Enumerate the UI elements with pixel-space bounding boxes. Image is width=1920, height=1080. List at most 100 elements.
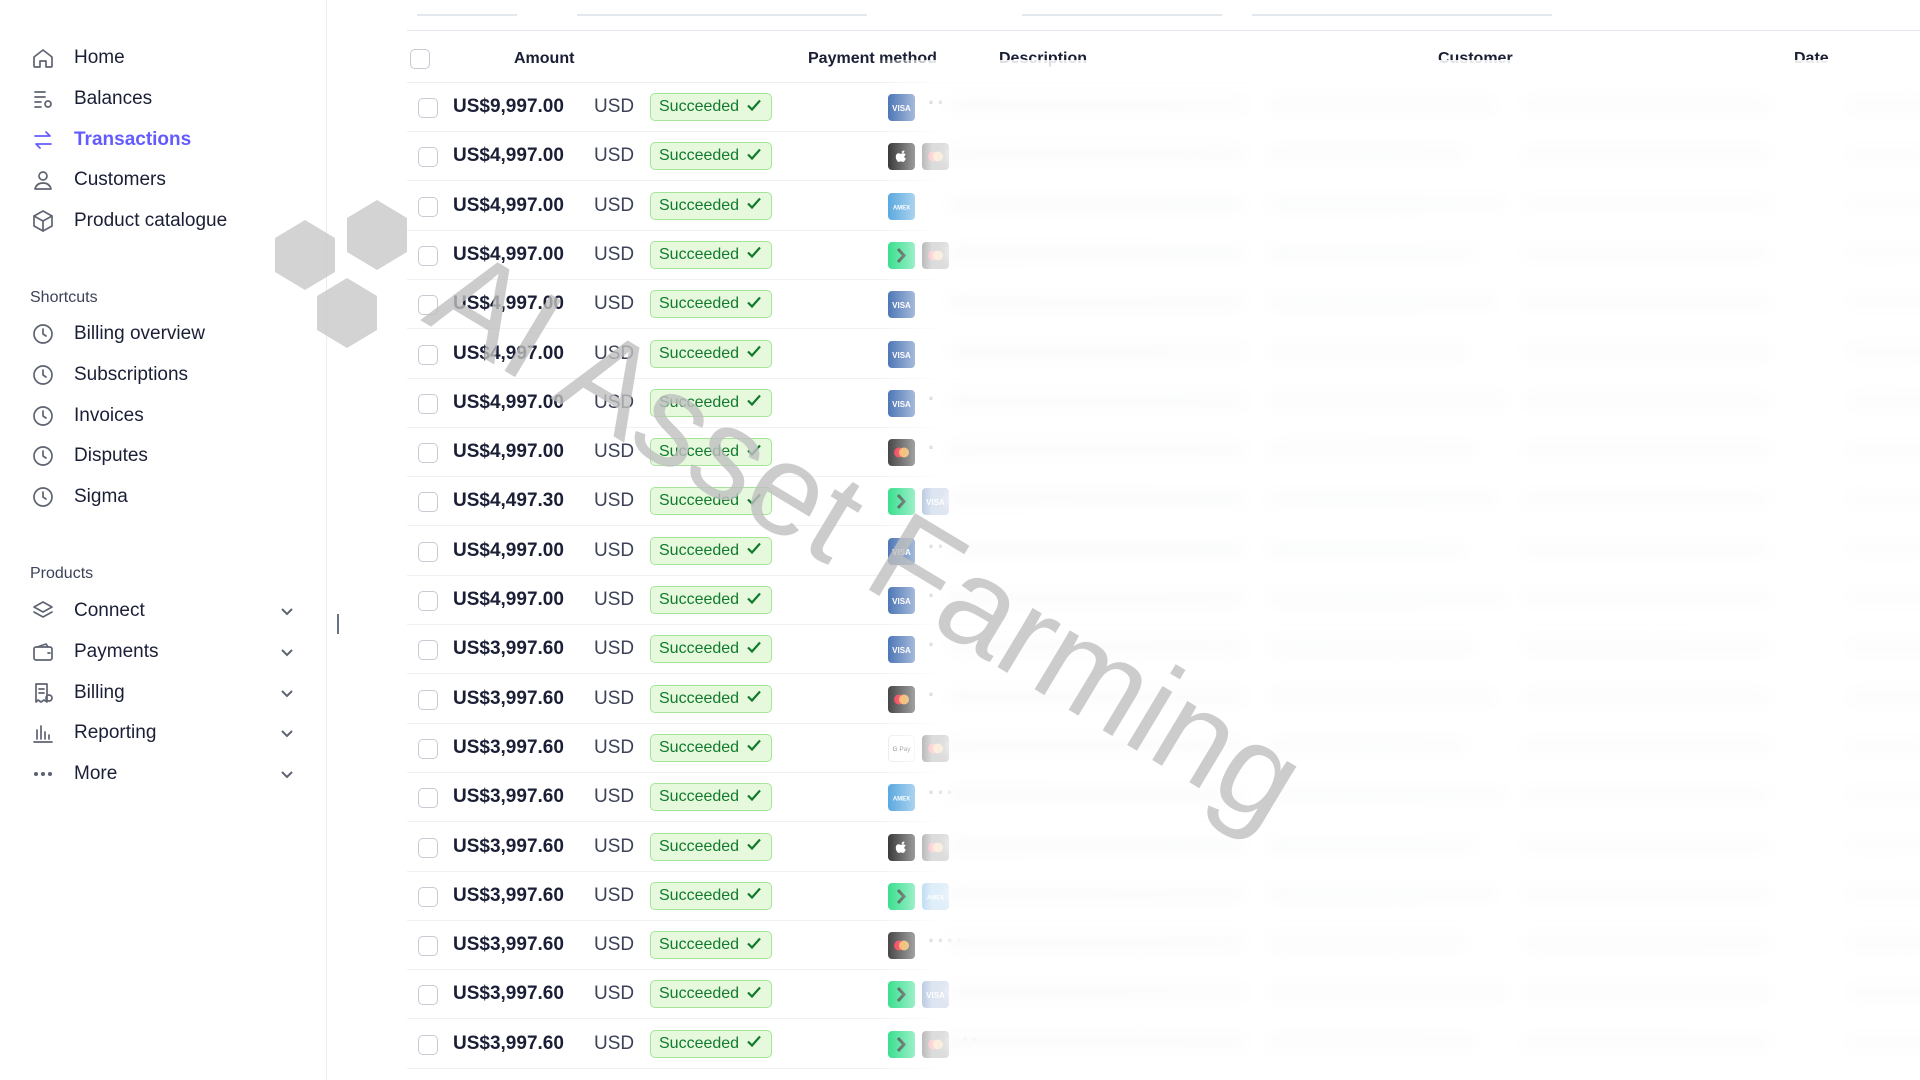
top-filter-2[interactable] [577,0,867,16]
row-checkbox[interactable] [418,98,438,118]
table-row[interactable]: US$4,997.00 USD Succeeded AMEX [407,182,1920,231]
row-checkbox[interactable] [418,196,438,217]
mastercard-icon [922,1030,949,1058]
row-checkbox[interactable] [418,886,438,907]
currency-cell: USD [594,194,635,216]
svg-text:G Pay: G Pay [892,746,911,753]
column-header-amount[interactable]: Amount [514,50,574,68]
table-row[interactable]: US$4,997.00 USD Succeeded VISA [407,330,1920,379]
currency-cell: USD [594,638,635,660]
top-filter-4[interactable] [1252,0,1552,16]
redacted-cell [947,540,1247,557]
table-row[interactable]: US$4,497.30 USD Succeeded VISA [407,477,1920,527]
sidebar-item-home[interactable]: Home [30,38,296,78]
redacted-cell [1847,1033,1920,1050]
sidebar-item-sigma[interactable]: Sigma [30,477,296,517]
table-row[interactable]: US$4,997.00 USD Succeeded · [407,428,1920,478]
table-row[interactable]: US$9,997.00 USD Succeeded VISA ·· [407,83,1920,132]
row-checkbox[interactable] [418,492,438,513]
redacted-cell [1847,97,1920,113]
visa-icon: VISA [888,537,915,565]
checkmark-icon [739,638,763,661]
chevron-down-icon[interactable] [278,765,296,783]
redacted-cell [1522,787,1772,804]
sidebar-item-reporting[interactable]: Reporting [30,713,296,753]
row-checkbox[interactable] [418,640,438,661]
chevron-down-icon[interactable] [278,684,296,702]
redacted-cell [947,491,1247,508]
select-all-checkbox[interactable] [410,49,430,69]
column-header-date[interactable]: Date [1794,50,1829,68]
row-checkbox[interactable] [418,344,438,365]
status-badge: Succeeded [650,142,773,171]
sidebar-item-transactions[interactable]: Transactions [30,120,296,160]
row-checkbox[interactable] [418,936,438,957]
table-row[interactable]: US$3,997.60 USD Succeeded AMEX [407,872,1920,921]
row-checkbox[interactable] [418,1034,438,1055]
sidebar-item-connect[interactable]: Connect [30,591,296,631]
row-checkbox[interactable] [418,689,438,710]
sidebar-item-billing[interactable]: Billing [30,673,296,713]
table-row[interactable]: US$4,997.00 USD Succeeded [407,231,1920,280]
row-checkbox[interactable] [418,788,438,809]
table-row[interactable]: US$4,997.00 USD Succeeded [407,132,1920,182]
sidebar-item-label: Home [74,47,125,68]
row-checkbox[interactable] [418,295,438,316]
table-row[interactable]: US$4,997.00 USD Succeeded VISA [407,280,1920,330]
table-row[interactable]: US$4,997.00 USD Succeeded VISA ·· [407,527,1920,576]
column-header-customer[interactable]: Customer [1438,50,1513,68]
top-filter-3[interactable] [1022,0,1222,16]
table-row[interactable]: US$4,997.00 USD Succeeded VISA · [407,379,1920,428]
chevron-down-icon[interactable] [278,724,296,742]
currency-cell: USD [594,786,635,808]
row-checkbox[interactable] [418,443,438,464]
table-row[interactable]: US$3,997.60 USD Succeeded VISA [407,970,1920,1020]
row-checkbox[interactable] [418,591,438,611]
row-checkbox[interactable] [418,393,438,414]
currency-cell: USD [594,687,635,709]
top-filter-1[interactable] [417,0,517,16]
status-badge: Succeeded [650,487,773,516]
sidebar-item-invoices[interactable]: Invoices [30,396,296,436]
row-checkbox[interactable] [418,147,438,168]
sidebar-item-balances[interactable]: Balances [30,79,296,119]
redacted-cell [1267,195,1507,212]
shortcuts-title: Shortcuts [30,289,98,306]
column-header-payment-method[interactable]: Payment method [808,50,937,68]
sidebar-item-customers[interactable]: Customers [30,160,296,200]
currency-cell: USD [594,243,635,265]
table-row[interactable]: US$3,997.60 USD Succeeded G Pay [407,724,1920,773]
sidebar-item-disputes[interactable]: Disputes [30,436,296,476]
chevron-down-icon[interactable] [278,602,296,620]
redacted-cell [1522,885,1772,902]
sidebar-item-payments[interactable]: Payments [30,632,296,672]
sidebar-item-product-catalogue[interactable]: Product catalogue [30,201,296,241]
redacted-cell [1522,1033,1772,1050]
redacted-cell [1522,836,1772,853]
amount-cell: US$4,997.00 [453,342,564,364]
row-checkbox[interactable] [418,738,438,759]
table-row[interactable]: US$3,997.60 USD Succeeded AMEX ··· [407,773,1920,823]
chevron-down-icon[interactable] [278,643,296,661]
table-row[interactable]: US$3,997.60 USD Succeeded VISA · [407,625,1920,675]
amount-cell: US$9,997.00 [453,96,564,117]
svg-text:AMEX: AMEX [927,895,944,901]
column-header-description[interactable]: Description [999,50,1087,68]
sidebar-item-billing-overview[interactable]: Billing overview [30,314,296,354]
sidebar-item-more[interactable]: More [30,754,296,794]
sidebar-item-label: Connect [74,600,145,621]
amount-cell: US$4,997.00 [453,145,564,167]
table-row[interactable]: US$4,997.00 USD Succeeded VISA · [407,576,1920,625]
row-checkbox[interactable] [418,837,438,858]
row-checkbox[interactable] [418,245,438,266]
table-row[interactable]: US$3,997.60USDSucceeded·· [407,1020,1920,1069]
visa-icon: VISA [888,389,915,417]
redacted-cell [1522,688,1772,705]
table-row[interactable]: US$3,997.60 USD Succeeded · [407,675,1920,724]
sidebar-item-subscriptions[interactable]: Subscriptions [30,355,296,395]
row-checkbox[interactable] [418,985,438,1006]
status-label: Succeeded [659,98,740,115]
row-checkbox[interactable] [418,541,438,562]
table-row[interactable]: US$3,997.60 USD Succeeded [407,823,1920,872]
table-row[interactable]: US$3,997.60USDSucceeded···· [407,921,1920,971]
